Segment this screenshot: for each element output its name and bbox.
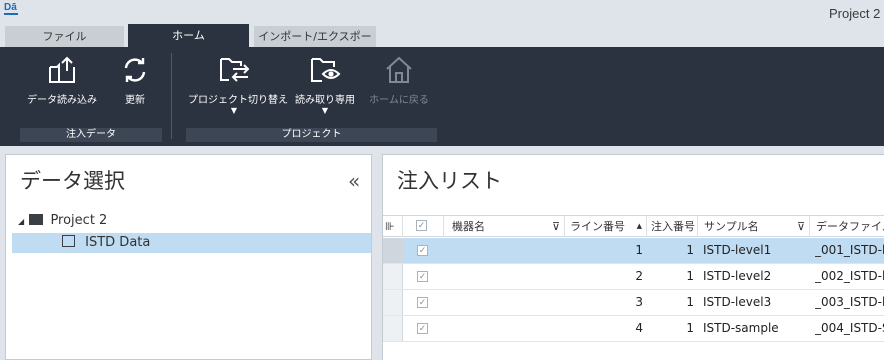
row-checkbox[interactable]: ✓ — [417, 271, 428, 282]
cell-line: 2 — [635, 269, 643, 283]
ribbon-separator — [171, 53, 172, 139]
column-injection[interactable]: 注入番号 — [647, 216, 698, 237]
column-chooser-icon[interactable]: ⊪ — [383, 216, 403, 237]
window-title: Project 2 — [829, 6, 881, 21]
cell-injection: 1 — [686, 243, 694, 257]
chevron-down-icon: ▼ — [230, 106, 238, 115]
load-data-button[interactable]: データ読み込み — [17, 55, 107, 106]
data-folder-icon — [62, 235, 75, 247]
return-home-label: ホームに戻る — [369, 95, 429, 106]
expander-icon[interactable]: ◢ — [18, 217, 24, 226]
filter-icon[interactable]: ⊽ — [797, 216, 805, 237]
row-header[interactable] — [383, 316, 403, 341]
group-label-project: プロジェクト — [186, 128, 437, 142]
tab-home[interactable]: ホーム — [128, 24, 249, 47]
cell-data-file: _004_ISTD-S — [815, 321, 884, 335]
cell-line: 3 — [635, 295, 643, 309]
ribbon-tabs: ファイル ホーム インポート/エクスポート — [0, 24, 884, 64]
home-icon — [386, 56, 412, 83]
column-sample[interactable]: サンプル名 ⊽ — [698, 216, 810, 237]
cell-data-file: _002_ISTD-l — [815, 269, 884, 283]
cell-injection: 1 — [686, 321, 694, 335]
sort-asc-icon: ▲ — [636, 222, 642, 230]
header-checkbox-cell: ✓ — [403, 216, 444, 237]
data-selection-title: データ選択 — [20, 169, 125, 193]
app-logo: Dā — [4, 2, 18, 15]
refresh-icon — [124, 58, 146, 82]
ribbon: データ読み込み 更新 注入データ プロジェクト切り替え ▼ 読み取り専用 ▼ ホ… — [0, 47, 884, 146]
tree-item-istd-data[interactable]: ISTD Data — [12, 233, 371, 253]
cell-line: 1 — [635, 243, 643, 257]
folder-view-icon — [311, 58, 341, 82]
chevron-down-icon: ▼ — [321, 106, 329, 115]
tree-item-project[interactable]: ◢ Project 2 — [12, 211, 107, 231]
table-row[interactable]: ✓ 2 1 ISTD-level2 _002_ISTD-l — [383, 264, 884, 290]
cell-data-file: _003_ISTD-l — [815, 295, 884, 309]
grid-header: ⊪ ✓ 機器名⊽ ライン番号▲ 注入番号 サンプル名⊽ データファイル — [383, 215, 884, 237]
cell-sample: ISTD-level3 — [703, 295, 772, 309]
title-bar: Dā Project 2 — [0, 0, 884, 24]
return-home-button[interactable]: ホームに戻る — [367, 55, 431, 106]
tab-import-export[interactable]: インポート/エクスポート — [254, 26, 376, 64]
row-header[interactable] — [383, 238, 403, 263]
cell-line: 4 — [635, 321, 643, 335]
tab-file[interactable]: ファイル — [5, 26, 124, 47]
column-line[interactable]: ライン番号 ▲ — [565, 216, 647, 237]
project-folder-icon — [29, 214, 44, 225]
data-selection-pane: データ選択 « ◢ Project 2 ISTD Data — [5, 154, 372, 360]
row-checkbox[interactable]: ✓ — [417, 323, 428, 334]
load-data-label: データ読み込み — [27, 95, 97, 106]
injection-list-title: 注入リスト — [397, 169, 502, 193]
row-header[interactable] — [383, 264, 403, 289]
column-data-file[interactable]: データファイル — [810, 216, 884, 237]
table-row[interactable]: ✓ 1 1 ISTD-level1 _001_ISTD-l — [383, 238, 884, 264]
refresh-label: 更新 — [125, 95, 145, 106]
refresh-button[interactable]: 更新 — [115, 55, 155, 106]
row-checkbox[interactable]: ✓ — [417, 245, 428, 256]
table-row[interactable]: ✓ 3 1 ISTD-level3 _003_ISTD-l — [383, 290, 884, 316]
import-icon — [49, 56, 75, 83]
cell-sample: ISTD-level1 — [703, 243, 772, 257]
cell-sample: ISTD-level2 — [703, 269, 772, 283]
row-header[interactable] — [383, 290, 403, 315]
ribbon-group-injection-data: データ読み込み 更新 注入データ — [13, 51, 166, 144]
folder-switch-icon — [220, 58, 250, 82]
cell-sample: ISTD-sample — [703, 321, 779, 335]
cell-injection: 1 — [686, 269, 694, 283]
injection-list-pane: 注入リスト ⊪ ✓ 機器名 ⊽ ライン番号 ▲ 注入番号 サンプル名 ⊽ データファイ… — [382, 154, 884, 360]
select-all-checkbox[interactable]: ✓ — [416, 220, 427, 231]
read-only-button[interactable]: 読み取り専用 ▼ — [290, 55, 360, 115]
table-row[interactable]: ✓ 4 1 ISTD-sample _004_ISTD-S — [383, 316, 884, 342]
cell-injection: 1 — [686, 295, 694, 309]
row-checkbox[interactable]: ✓ — [417, 297, 428, 308]
switch-project-button[interactable]: プロジェクト切り替え ▼ — [188, 55, 288, 115]
read-only-label: 読み取り専用 — [295, 95, 355, 106]
group-label-injection-data: 注入データ — [20, 128, 162, 142]
column-instrument[interactable]: 機器名 ⊽ — [444, 216, 565, 237]
switch-project-label: プロジェクト切り替え — [188, 95, 288, 106]
collapse-pane-button[interactable]: « — [348, 169, 360, 193]
ribbon-group-project: プロジェクト切り替え ▼ 読み取り専用 ▼ ホームに戻る プロジェクト — [180, 51, 437, 144]
tree-item-istd-label: ISTD Data — [85, 235, 151, 250]
filter-icon[interactable]: ⊽ — [552, 216, 560, 237]
cell-data-file: _001_ISTD-l — [815, 243, 884, 257]
tree-item-project-label: Project 2 — [50, 213, 108, 228]
